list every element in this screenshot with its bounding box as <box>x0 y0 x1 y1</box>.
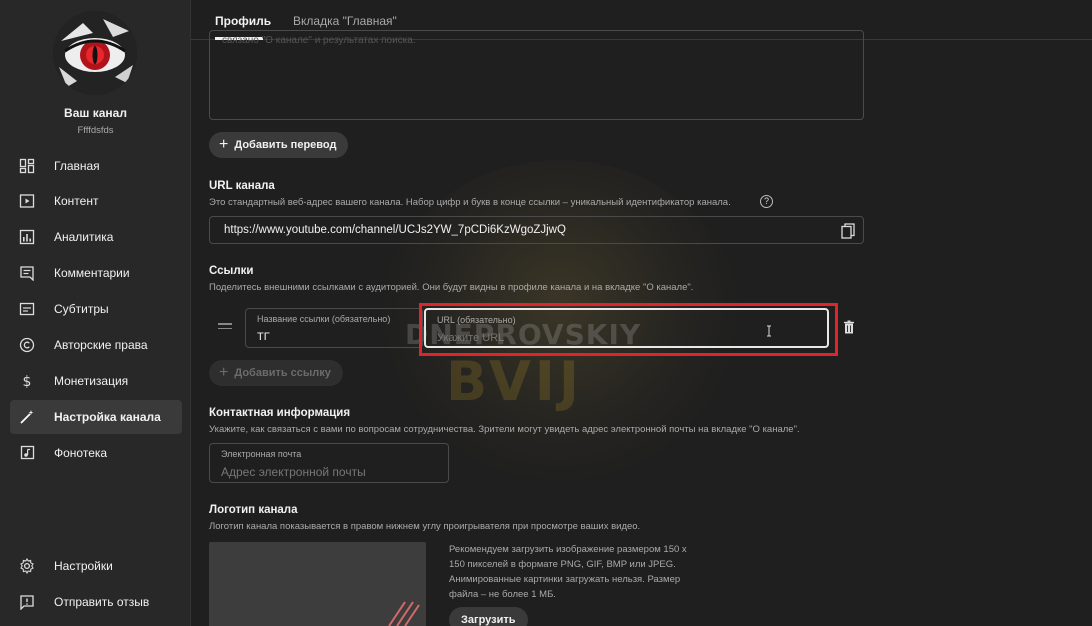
dollar-icon: $ <box>19 373 35 389</box>
content-icon <box>19 193 35 209</box>
text-cursor-icon <box>767 325 771 337</box>
watermark-text: BVIJ <box>446 350 583 413</box>
highlight-annotation <box>419 303 838 356</box>
link-title-value: ТГ <box>257 331 270 343</box>
sidebar-item-label: Настройки <box>54 559 113 573</box>
sidebar-item-copyright[interactable]: Авторские права <box>10 328 182 362</box>
email-input[interactable]: Адрес электронной почты <box>221 465 366 479</box>
gear-icon <box>19 558 35 574</box>
upload-logo-button[interactable]: Загрузить <box>449 607 528 626</box>
sidebar-item-feedback[interactable]: Отправить отзыв <box>10 585 182 619</box>
sidebar-item-label: Главная <box>54 159 100 173</box>
email-label: Электронная почта <box>221 449 302 459</box>
logo-recommendation: Рекомендуем загрузить изображение размер… <box>449 544 687 600</box>
sidebar-item-audio-library[interactable]: Фонотека <box>10 436 182 470</box>
audio-library-icon <box>19 445 35 461</box>
link-title-field[interactable]: Название ссылки (обязательно) ТГ <box>245 308 423 348</box>
description-text: связано "О канале" и результатах поиска. <box>222 35 416 46</box>
channel-url-field[interactable]: https://www.youtube.com/channel/UCJs2YW_… <box>209 216 864 244</box>
sidebar: Ваш канал Ffffdsfds Главная Контент Анал… <box>0 0 191 626</box>
contact-section-description: Укажите, как связаться с вами по вопроса… <box>209 424 800 435</box>
tab-profile[interactable]: Профиль <box>215 14 271 28</box>
channel-avatar[interactable] <box>53 11 137 95</box>
channel-url-text: https://www.youtube.com/channel/UCJs2YW_… <box>224 224 566 236</box>
sidebar-item-label: Отправить отзыв <box>54 595 150 609</box>
upload-label: Загрузить <box>461 614 516 626</box>
email-field[interactable]: Электронная почта Адрес электронной почт… <box>209 443 449 483</box>
sidebar-item-label: Авторские права <box>54 338 148 352</box>
logo-preview <box>209 542 426 626</box>
sidebar-item-label: Фонотека <box>54 446 108 460</box>
sidebar-item-content[interactable]: Контент <box>10 184 182 218</box>
sidebar-item-settings[interactable]: Настройки <box>10 549 182 583</box>
sidebar-item-label: Монетизация <box>54 374 129 388</box>
sidebar-item-customization[interactable]: Настройка канала <box>10 400 182 434</box>
logo-section-description: Логотип канала показывается в правом ниж… <box>209 521 641 532</box>
dashboard-icon <box>19 158 35 174</box>
help-icon[interactable]: ? <box>760 195 773 208</box>
links-section-title: Ссылки <box>209 265 254 277</box>
comments-icon <box>19 265 35 281</box>
plus-icon: + <box>219 364 229 381</box>
magic-wand-icon <box>19 409 35 425</box>
plus-icon: + <box>219 136 229 153</box>
add-translation-button[interactable]: + Добавить перевод <box>209 132 349 158</box>
add-translation-label: Добавить перевод <box>234 139 337 151</box>
add-link-label: Добавить ссылку <box>234 367 331 379</box>
logo-section-title: Логотип канала <box>209 504 298 516</box>
sidebar-item-subtitles[interactable]: Субтитры <box>10 292 182 326</box>
sidebar-item-comments[interactable]: Комментарии <box>10 256 182 290</box>
drag-handle-icon[interactable] <box>218 323 232 331</box>
delete-link-icon[interactable] <box>843 320 855 334</box>
links-section-description: Поделитесь внешними ссылками с аудиторие… <box>209 282 694 293</box>
sidebar-item-label: Аналитика <box>54 230 114 244</box>
channel-handle: Ffffdsfds <box>77 125 114 136</box>
link-title-label: Название ссылки (обязательно) <box>257 314 391 324</box>
add-link-button[interactable]: + Добавить ссылку <box>209 360 343 386</box>
logo-placeholder-image <box>209 542 426 626</box>
copy-icon[interactable] <box>841 223 855 239</box>
sidebar-item-label: Настройка канала <box>54 410 161 424</box>
url-section-title: URL канала <box>209 180 275 192</box>
svg-text:$: $ <box>23 374 32 389</box>
tab-home[interactable]: Вкладка "Главная" <box>293 14 397 28</box>
url-section-description: Это стандартный веб-адрес вашего канала.… <box>209 197 731 208</box>
sidebar-item-label: Контент <box>54 194 99 208</box>
channel-name: Ваш канал <box>64 106 127 120</box>
sidebar-item-label: Субтитры <box>54 302 109 316</box>
subtitles-icon <box>19 301 35 317</box>
sidebar-item-label: Комментарии <box>54 266 130 280</box>
sidebar-item-dashboard[interactable]: Главная <box>10 149 182 183</box>
copyright-icon <box>19 337 35 353</box>
sidebar-item-monetization[interactable]: $ Монетизация <box>10 364 182 398</box>
sidebar-item-analytics[interactable]: Аналитика <box>10 220 182 254</box>
contact-section-title: Контактная информация <box>209 407 351 419</box>
analytics-icon <box>19 229 35 245</box>
eye-avatar-image <box>53 11 137 95</box>
description-textarea[interactable]: связано "О канале" и результатах поиска. <box>209 30 864 120</box>
feedback-icon <box>19 594 35 610</box>
